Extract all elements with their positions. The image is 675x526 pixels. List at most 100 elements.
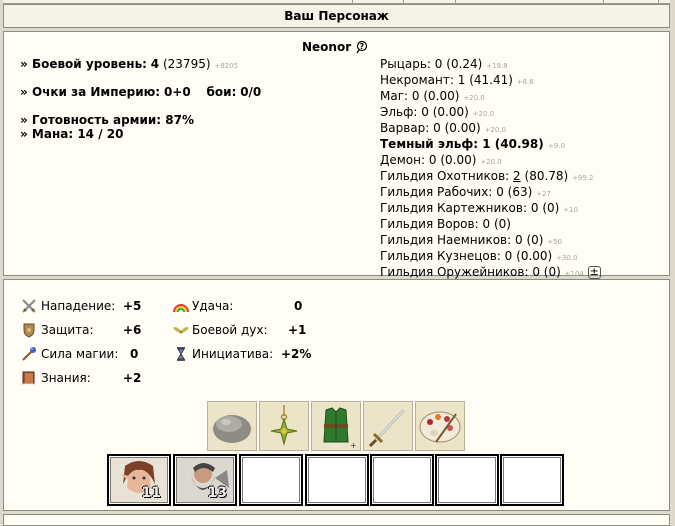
guild-next: +30.0 xyxy=(556,254,578,262)
svg-text:?: ? xyxy=(359,42,364,51)
combat-level-label: Боевой уровень: xyxy=(31,57,147,71)
wings-icon xyxy=(173,322,189,338)
combat-level-row: » Боевой уровень: 4 (23795) +8205 xyxy=(20,57,239,71)
guild-name: Гильдия Рабочих: xyxy=(380,185,493,199)
faction-row: Темный эльф: 1 (40.98) +9.0 xyxy=(380,137,565,153)
faction-points: (40.98) xyxy=(494,137,544,151)
rainbow-icon xyxy=(173,298,189,314)
book-icon xyxy=(21,370,37,386)
guild-list: Гильдия Охотников: 2 (80.78) +99.2 Гильди… xyxy=(380,169,601,281)
guild-name: Гильдия Кузнецов: xyxy=(380,249,501,263)
faction-points: (0.00) xyxy=(444,121,481,135)
empire-label: Очки за Империю: xyxy=(31,85,161,99)
guild-points: (0) xyxy=(542,201,560,215)
faction-name: Темный эльф: xyxy=(380,137,479,151)
green-armor-artifact[interactable]: + xyxy=(311,401,361,451)
fights-value: 0/0 xyxy=(240,85,262,99)
combat-exp: (23795) xyxy=(162,57,211,71)
army-slot-empty[interactable] xyxy=(435,454,499,506)
next-panel xyxy=(3,514,670,526)
guild-points: (0) xyxy=(526,233,544,247)
army-slot-empty[interactable] xyxy=(500,454,564,506)
army-slot-empty[interactable] xyxy=(305,454,369,506)
character-name[interactable]: Neonor xyxy=(302,40,351,54)
guild-points: (63) xyxy=(507,185,533,199)
army-slot-elf[interactable]: 11 xyxy=(107,454,171,506)
faction-name: Варвар: xyxy=(380,121,430,135)
guild-expand-button[interactable]: ± xyxy=(587,266,601,279)
faction-name: Демон: xyxy=(380,153,426,167)
palette-artifact[interactable] xyxy=(415,401,465,451)
magic-wand-icon xyxy=(21,346,37,362)
faction-next: +8.6 xyxy=(516,78,534,86)
faction-next: +20.0 xyxy=(463,94,485,102)
faction-row: Эльф: 0 (0.00) +20.0 xyxy=(380,105,565,121)
guild-points: (80.78) xyxy=(524,169,569,183)
faction-level: 0 xyxy=(433,121,441,135)
attribute-value: +2% xyxy=(281,347,312,361)
faction-row: Варвар: 0 (0.00) +20.0 xyxy=(380,121,565,137)
guild-level: 0 xyxy=(514,233,523,247)
fights-label: бои: xyxy=(206,85,237,99)
faction-level: 0 xyxy=(421,105,429,119)
mana: » Мана: 14 / 20 xyxy=(20,127,124,141)
faction-row: Маг: 0 (0.00) +20.0 xyxy=(380,89,565,105)
guild-level: 0 xyxy=(530,201,539,215)
faction-row: Демон: 0 (0.00) +20.0 xyxy=(380,153,565,169)
guild-points: (0) xyxy=(493,217,511,231)
attribute-value: +5 xyxy=(123,299,142,313)
army-count-dwarf: 13 xyxy=(207,485,227,501)
guild-name: Гильдия Воров: xyxy=(380,217,479,231)
guild-row: Гильдия Воров: 0 (0) xyxy=(380,217,601,233)
faction-level: 0 xyxy=(428,153,437,167)
faction-level: 1 xyxy=(482,137,491,151)
player-info-icon[interactable]: ? xyxy=(355,40,369,54)
guild-next: +27 xyxy=(536,190,551,198)
faction-points: (0.24) xyxy=(446,57,483,71)
guild-row: Гильдия Охотников: 2 (80.78) +99.2 xyxy=(380,169,601,185)
faction-next: +9.0 xyxy=(547,142,565,150)
guild-next: +50 xyxy=(547,238,563,246)
faction-next: +20.0 xyxy=(480,158,502,166)
army-slot-dwarf[interactable]: 13 xyxy=(173,454,237,506)
army-slot-empty[interactable] xyxy=(370,454,434,506)
attribute-value: +2 xyxy=(123,371,142,385)
faction-level: 0 xyxy=(434,57,443,71)
attribute-label: Нападение: xyxy=(41,299,116,313)
attribute-label: Боевой дух: xyxy=(192,323,268,337)
faction-level: 1 xyxy=(457,73,466,87)
guild-row: Гильдия Рабочих: 0 (63) +27 xyxy=(380,185,601,201)
attribute-value: +1 xyxy=(288,323,307,337)
sword-artifact[interactable] xyxy=(363,401,413,451)
hourglass-icon xyxy=(173,346,189,362)
faction-points: (0.00) xyxy=(440,153,477,167)
faction-name: Рыцарь: xyxy=(380,57,431,71)
shield-icon xyxy=(21,322,37,338)
amulet-artifact[interactable] xyxy=(259,401,309,451)
svg-text:+: + xyxy=(350,441,357,450)
faction-next: +20.0 xyxy=(472,110,495,118)
faction-points: (0.00) xyxy=(432,105,469,119)
guild-next: +99.2 xyxy=(572,174,594,182)
guild-points: (0.00) xyxy=(516,249,553,263)
combat-level-value: 4 xyxy=(150,57,160,71)
faction-name: Некромант: xyxy=(380,73,454,87)
attribute-value: 0 xyxy=(294,299,303,313)
guild-row: Гильдия Наемников: 0 (0) +50 xyxy=(380,233,601,249)
guild-level: 0 xyxy=(504,249,513,263)
guild-level[interactable]: 2 xyxy=(513,169,521,183)
attribute-label: Удача: xyxy=(192,299,234,313)
guild-name: Гильдия Охотников: xyxy=(380,169,510,183)
stats-panel: Neonor ? » Боевой уровень: 4 (23795) +82… xyxy=(3,31,670,279)
faction-name: Маг: xyxy=(380,89,409,103)
stone-artifact[interactable] xyxy=(207,401,257,451)
guild-name: Гильдия Оружейников: xyxy=(380,265,529,279)
guild-row: Гильдия Картежников: 0 (0) +10 xyxy=(380,201,601,217)
army-slot-empty[interactable] xyxy=(239,454,303,506)
faction-points: (41.41) xyxy=(469,73,513,87)
faction-next: +20.0 xyxy=(484,126,506,134)
guild-points: (0) xyxy=(543,265,561,279)
guild-next: +10 xyxy=(563,206,578,214)
attribute-label: Сила магии: xyxy=(41,347,119,361)
character-window: Ваш Персонаж Neonor ? » Боевой уровень: … xyxy=(3,0,670,526)
